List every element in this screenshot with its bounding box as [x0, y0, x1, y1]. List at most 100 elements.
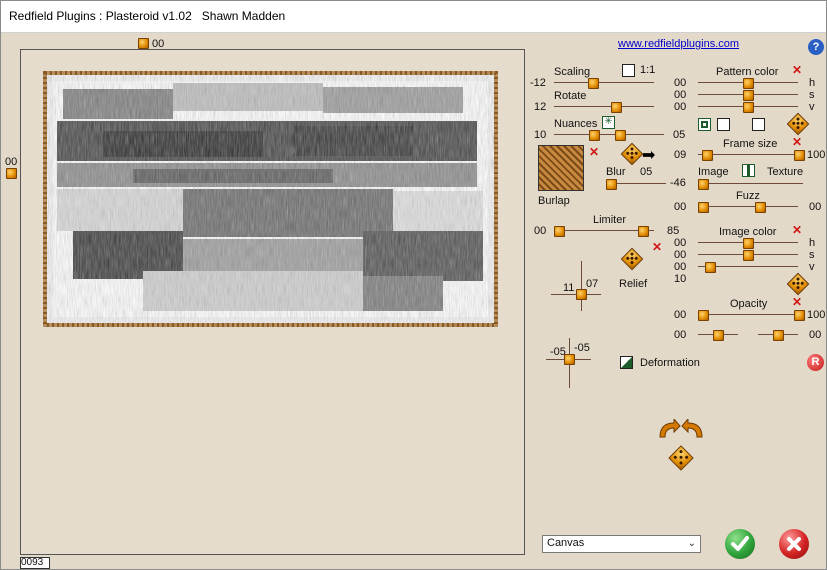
- nuances-slider-right[interactable]: [615, 130, 626, 141]
- opacity-slider-min[interactable]: [698, 310, 709, 321]
- texture-clear-icon[interactable]: ✕: [589, 146, 599, 158]
- scaling-value: -12: [530, 77, 546, 89]
- frame-size-reset-icon[interactable]: ✕: [792, 136, 802, 148]
- limiter-slider-max[interactable]: [638, 226, 649, 237]
- image-v-channel: v: [809, 261, 815, 273]
- arrow-right-icon: ➡: [642, 147, 656, 164]
- reset-icon: R: [811, 356, 820, 368]
- pattern-v-value: 00: [674, 101, 687, 113]
- image-color-reset-icon[interactable]: ✕: [792, 224, 802, 236]
- rotate-track[interactable]: [554, 106, 654, 107]
- blend-track[interactable]: [698, 183, 803, 184]
- image-s-channel: s: [809, 249, 815, 261]
- image-h-slider[interactable]: [743, 238, 754, 249]
- ok-button[interactable]: [725, 529, 755, 559]
- frame-size-slider-max[interactable]: [794, 150, 805, 161]
- fuzz-track[interactable]: [698, 206, 798, 207]
- nuances-toggle[interactable]: ✳: [602, 116, 615, 129]
- limiter-min: 00: [534, 225, 547, 237]
- frame-size-track[interactable]: [698, 154, 803, 155]
- fuzz-slider-min[interactable]: [698, 202, 709, 213]
- pattern-s-slider[interactable]: [743, 90, 754, 101]
- opacity-row2-slider-a[interactable]: [713, 330, 724, 341]
- relief-pad-handle[interactable]: [576, 289, 587, 300]
- relief-random-dice-icon[interactable]: [620, 247, 644, 271]
- pattern-h-value: 00: [674, 77, 687, 89]
- deformation-y-value: -05: [574, 342, 590, 354]
- image-v-value: 00: [674, 261, 687, 273]
- relief-v-track[interactable]: [581, 261, 582, 311]
- frame-size-slider-min[interactable]: [702, 150, 713, 161]
- help-button[interactable]: ?: [808, 39, 824, 55]
- close-icon: [787, 537, 801, 551]
- blend-mode-checkbox[interactable]: [742, 164, 755, 177]
- image-h-channel: h: [809, 237, 816, 249]
- fuzz-slider-max[interactable]: [755, 202, 766, 213]
- pattern-h-slider[interactable]: [743, 78, 754, 89]
- random-all-dice-icon[interactable]: [668, 445, 694, 471]
- zoom-value-box: 0093: [20, 557, 50, 569]
- reset-button[interactable]: R: [807, 354, 824, 371]
- cancel-button[interactable]: [779, 529, 809, 559]
- canvas-dropdown-value: Canvas: [547, 537, 585, 549]
- nuances-label: Nuances: [554, 118, 598, 130]
- website-link[interactable]: www.redfieldplugins.com: [618, 38, 739, 50]
- image-color-extra-value: 10: [674, 273, 687, 285]
- nuances-left-value: 10: [534, 129, 547, 141]
- deformation-checkbox[interactable]: [620, 356, 633, 369]
- pattern-v-slider[interactable]: [743, 102, 754, 113]
- relief-reset-icon[interactable]: ✕: [652, 241, 662, 253]
- pattern-v-channel: v: [809, 101, 815, 113]
- undo-redo-arrows-icon[interactable]: [656, 417, 706, 439]
- frame-style-3-checkbox[interactable]: [752, 118, 765, 131]
- image-blend-label: Image: [698, 166, 729, 178]
- fuzz-label: Fuzz: [736, 190, 760, 202]
- texture-name: Burlap: [538, 195, 570, 207]
- image-s-slider[interactable]: [743, 250, 754, 261]
- nuances-right-value: 05: [673, 129, 686, 141]
- nuances-track[interactable]: [554, 134, 664, 135]
- blend-slider[interactable]: [698, 179, 709, 190]
- image-color-label: Image color: [719, 226, 777, 238]
- opacity-reset-icon[interactable]: ✕: [792, 296, 802, 308]
- rotate-value: 12: [534, 101, 547, 113]
- scaling-label: Scaling: [554, 66, 591, 78]
- blur-label: Blur: [606, 166, 626, 178]
- limiter-max: 85: [667, 225, 680, 237]
- scaling-slider[interactable]: [588, 78, 599, 89]
- blend-value: -46: [670, 177, 686, 189]
- rotate-label: Rotate: [554, 90, 587, 102]
- opacity-track[interactable]: [698, 314, 803, 315]
- opacity-label: Opacity: [730, 298, 768, 310]
- canvas-dropdown[interactable]: Canvas ⌄: [542, 535, 701, 553]
- image-v-slider[interactable]: [705, 262, 716, 273]
- nuances-slider-left[interactable]: [589, 130, 600, 141]
- checkmark-icon: [731, 536, 749, 551]
- blur-value: 05: [640, 166, 653, 178]
- pattern-color-label: Pattern color: [716, 66, 779, 78]
- preview-top-slider[interactable]: [138, 38, 149, 49]
- frame-random-dice-icon[interactable]: [786, 112, 810, 136]
- texture-swatch[interactable]: [538, 145, 584, 191]
- fuzz-min: 00: [674, 201, 687, 213]
- frame-style-2-checkbox[interactable]: [717, 118, 730, 131]
- ratio-label: 1:1: [640, 64, 656, 76]
- limiter-label: Limiter: [593, 214, 627, 226]
- image-color-random-dice-icon[interactable]: [786, 272, 810, 296]
- ratio-checkbox[interactable]: [622, 64, 635, 77]
- preview-left-slider[interactable]: [6, 168, 17, 179]
- frame-style-1-checkbox[interactable]: [698, 118, 711, 131]
- relief-x-value: 11: [563, 282, 575, 294]
- frame-size-min: 09: [674, 149, 687, 161]
- curved-arrows-icon: [659, 417, 703, 438]
- opacity-slider-max[interactable]: [794, 310, 805, 321]
- pattern-color-reset-icon[interactable]: ✕: [792, 64, 802, 76]
- opacity-row2-slider-b[interactable]: [773, 330, 784, 341]
- rotate-slider[interactable]: [611, 102, 622, 113]
- texture-random-dice-icon[interactable]: [620, 142, 644, 166]
- limiter-slider-min[interactable]: [554, 226, 565, 237]
- blur-slider[interactable]: [606, 179, 617, 190]
- pattern-h-channel: h: [809, 77, 816, 89]
- scaling-track[interactable]: [554, 82, 654, 83]
- opacity-row2-left: 00: [674, 329, 687, 341]
